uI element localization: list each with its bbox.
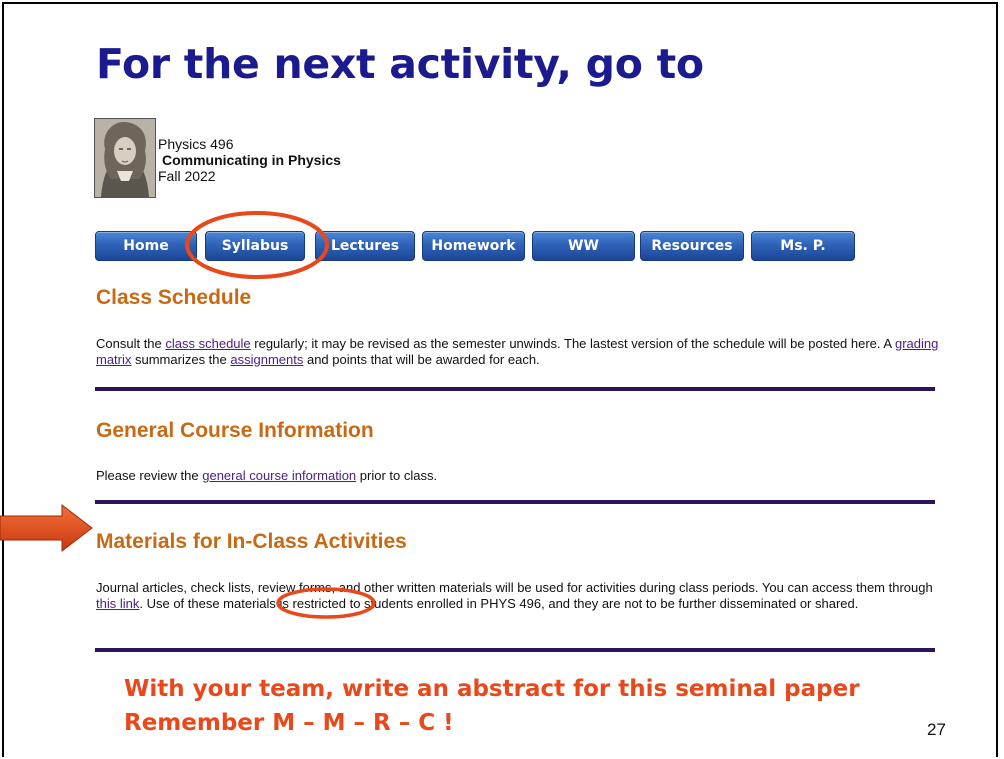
- general-info-text: Please review the general course informa…: [96, 468, 956, 484]
- text-fragment: summarizes the: [131, 352, 231, 367]
- portrait-image: [94, 118, 156, 198]
- nav-homework-button[interactable]: Homework: [422, 231, 525, 261]
- slide-title: For the next activity, go to: [96, 40, 704, 88]
- course-title: Communicating in Physics: [162, 152, 341, 168]
- nav-resources-button[interactable]: Resources: [640, 231, 744, 261]
- this-link[interactable]: this link: [96, 596, 139, 611]
- page-number: 27: [927, 720, 946, 739]
- section-divider: [95, 648, 935, 652]
- materials-heading: Materials for In-Class Activities: [96, 530, 407, 553]
- section-divider: [95, 387, 935, 391]
- materials-text: Journal articles, check lists, review fo…: [96, 580, 956, 612]
- assignments-link[interactable]: assignments: [230, 352, 303, 367]
- class-schedule-text: Consult the class schedule regularly; it…: [96, 336, 956, 368]
- footer-reminder: Remember M – M – R – C !: [124, 710, 454, 736]
- text-fragment: Please review the: [96, 468, 203, 483]
- text-fragment: Journal articles, check lists, review fo…: [96, 580, 933, 595]
- section-divider: [95, 500, 935, 504]
- text-fragment: and points that will be awarded for each…: [303, 352, 540, 367]
- arrow-right-icon: [0, 503, 93, 553]
- general-course-info-link[interactable]: general course information: [202, 468, 356, 483]
- text-fragment: Consult the: [96, 336, 166, 351]
- nav-ww-button[interactable]: WW: [532, 231, 635, 261]
- course-info: Physics 496 Communicating in Physics Fal…: [158, 136, 341, 184]
- course-number: Physics 496: [158, 136, 234, 152]
- class-schedule-link[interactable]: class schedule: [165, 336, 250, 351]
- slide-frame: [2, 2, 998, 757]
- text-fragment: . Use of these materials is restricted t…: [139, 596, 859, 611]
- nav-home-button[interactable]: Home: [95, 231, 197, 261]
- text-fragment: prior to class.: [356, 468, 438, 483]
- this-link-highlight-circle: [276, 587, 376, 619]
- syllabus-highlight-circle: [185, 211, 329, 279]
- nav-ms-p-button[interactable]: Ms. P.: [751, 231, 855, 261]
- footer-instruction: With your team, write an abstract for th…: [124, 676, 860, 702]
- text-fragment: regularly; it may be revised as the seme…: [250, 336, 895, 351]
- class-schedule-heading: Class Schedule: [96, 286, 252, 309]
- general-info-heading: General Course Information: [96, 419, 374, 442]
- course-term: Fall 2022: [158, 168, 216, 184]
